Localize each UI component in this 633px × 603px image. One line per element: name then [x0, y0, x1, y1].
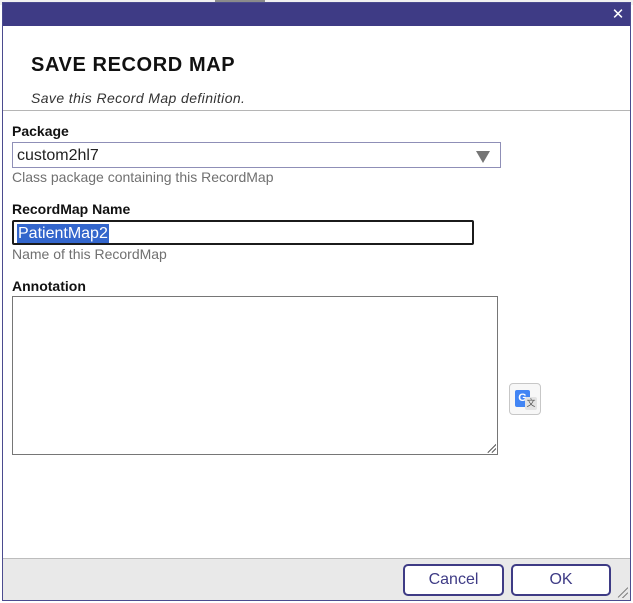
dialog-footer: Cancel OK — [3, 558, 630, 600]
dialog-header: SAVE RECORD MAP Save this Record Map def… — [3, 26, 630, 110]
ok-button[interactable]: OK — [511, 564, 611, 596]
recordmap-name-input[interactable]: PatientMap2 — [12, 220, 474, 245]
package-hint: Class package containing this RecordMap — [12, 169, 274, 185]
dialog-title: SAVE RECORD MAP — [31, 54, 236, 76]
cancel-button[interactable]: Cancel — [403, 564, 504, 596]
resize-grip-icon[interactable] — [486, 443, 496, 453]
dialog-subtitle: Save this Record Map definition. — [31, 90, 246, 106]
dialog-titlebar[interactable]: ✕ — [3, 3, 630, 26]
annotation-textarea[interactable] — [12, 296, 498, 455]
google-translate-icon[interactable]: G 文 — [509, 383, 541, 415]
recordmap-name-value: PatientMap2 — [17, 224, 109, 243]
recordmap-name-label: RecordMap Name — [12, 201, 131, 217]
translate-char-glyph: 文 — [525, 397, 537, 410]
header-divider — [3, 110, 630, 111]
annotation-label: Annotation — [12, 278, 86, 294]
close-icon[interactable]: ✕ — [609, 5, 627, 23]
save-record-map-dialog: ✕ SAVE RECORD MAP Save this Record Map d… — [2, 2, 631, 601]
package-label: Package — [12, 123, 69, 139]
dialog-resize-grip-icon[interactable] — [616, 586, 628, 598]
package-select-value: custom2hl7 — [17, 147, 99, 164]
chevron-down-icon — [476, 151, 490, 163]
package-select[interactable]: custom2hl7 — [12, 142, 501, 168]
recordmap-name-hint: Name of this RecordMap — [12, 246, 167, 262]
